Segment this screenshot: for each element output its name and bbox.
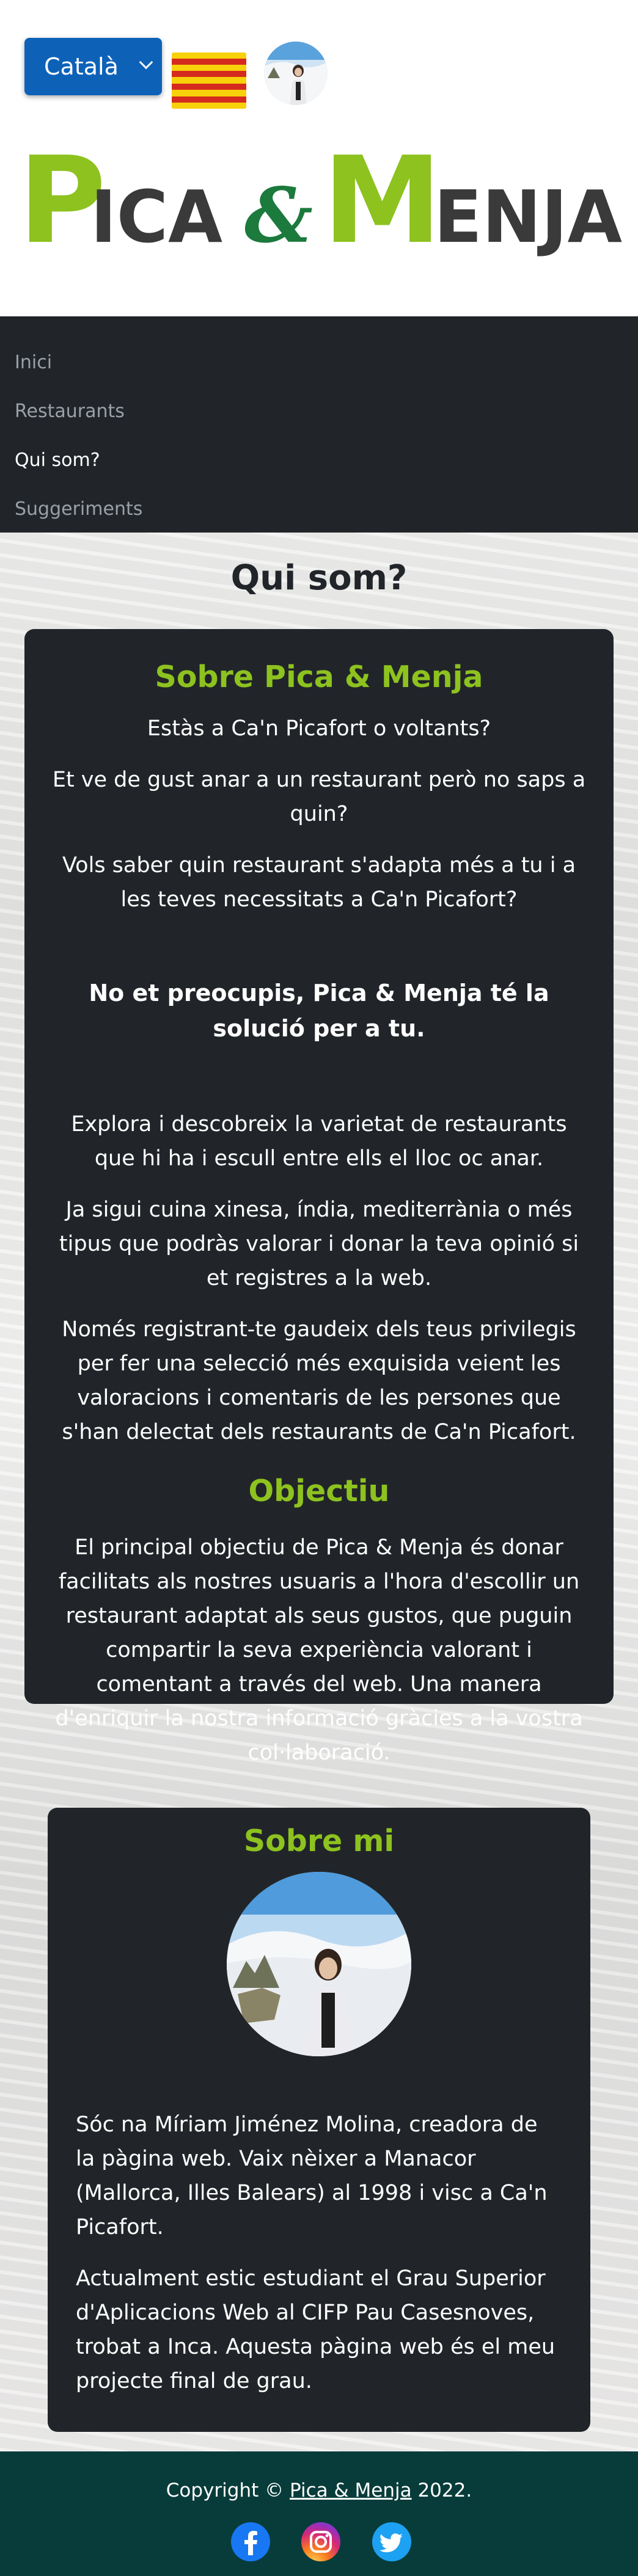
about-card: Sobre Pica & Menja Estàs a Ca'n Picafort… [24, 629, 614, 1765]
about-paragraph: Estàs a Ca'n Picafort o voltants? [147, 716, 491, 741]
about-paragraph: Explora i descobreix la varietat de rest… [71, 1112, 567, 1171]
main-navbar: Inici Restaurants Qui som? Suggeriments [0, 316, 638, 533]
about-me-card: Sobre mi Sóc na Míriam Jiménez Molina, c… [48, 1808, 590, 2432]
logo-letter-m: M [323, 131, 442, 263]
about-title: Sobre Pica & Menja [155, 660, 483, 694]
nav-item-qui-som[interactable]: Qui som? [0, 436, 638, 485]
catalan-flag-icon[interactable] [172, 53, 246, 109]
nav-item-suggeriments[interactable]: Suggeriments [0, 485, 638, 534]
about-me-paragraph: Sóc na Míriam Jiménez Molina, creadora d… [76, 2112, 548, 2239]
nav-item-restaurants[interactable]: Restaurants [0, 387, 638, 436]
site-header: Català P ICA & M ENJA [0, 0, 638, 316]
copyright-text: Copyright © Pica & Menja 2022. [0, 2480, 638, 2501]
page-title: Qui som? [230, 558, 408, 598]
instagram-icon[interactable] [301, 2522, 340, 2561]
about-highlight: No et preocupis, Pica & Menja té la solu… [89, 980, 549, 1042]
copyright-year: 2022. [417, 2480, 472, 2501]
about-me-title: Sobre mi [243, 1824, 395, 1858]
site-logo[interactable]: P ICA & M ENJA [18, 122, 623, 271]
chevron-down-icon [139, 55, 153, 70]
objective-title: Objectiu [248, 1474, 390, 1508]
footer-site-link[interactable]: Pica & Menja [290, 2480, 412, 2501]
user-avatar[interactable] [264, 42, 328, 105]
nav-item-inici[interactable]: Inici [0, 338, 638, 387]
language-select-value: Català [44, 53, 119, 80]
about-paragraph: Només registrant-te gaudeix dels teus pr… [62, 1317, 576, 1444]
objective-text: El principal objectiu de Pica & Menja és… [55, 1535, 583, 1765]
logo-enja: ENJA [434, 175, 622, 259]
main-content: Qui som? Sobre Pica & Menja Estàs a Ca'n… [0, 533, 638, 2451]
about-me-paragraph: Actualment estic estudiant el Grau Super… [76, 2266, 556, 2393]
about-paragraph: Ja sigui cuina xinesa, índia, mediterràn… [59, 1198, 579, 1290]
language-select[interactable]: Català [24, 38, 162, 95]
logo-ica: ICA [90, 175, 222, 259]
facebook-icon[interactable] [231, 2522, 270, 2561]
copyright-prefix: Copyright © [166, 2480, 284, 2501]
about-paragraph: Et ve de gust anar a un restaurant però … [52, 768, 586, 826]
author-photo [227, 1872, 411, 2056]
twitter-icon[interactable] [372, 2522, 411, 2561]
site-footer: Copyright © Pica & Menja 2022. [0, 2451, 638, 2576]
logo-ampersand: & [244, 172, 313, 260]
about-paragraph: Vols saber quin restaurant s'adapta més … [62, 853, 576, 912]
